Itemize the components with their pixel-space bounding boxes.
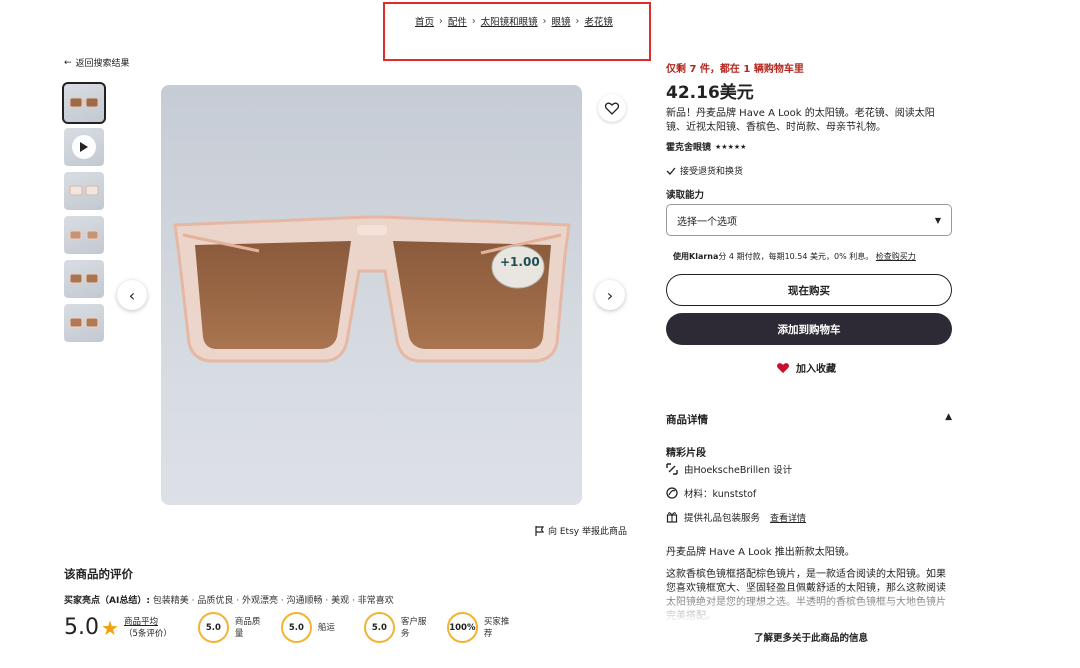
klarna-brand: 使用Klarna (673, 252, 719, 261)
material-highlight: 材料：kunststof (666, 486, 756, 500)
metric-label: 客户服务 (400, 616, 427, 639)
metric-service: 5.0 客户服务 (363, 612, 433, 643)
klarna-text: 分 4 期付款，每期10.54 美元，0% 利息。 (718, 252, 874, 261)
gift-text: 提供礼品包装服务 (684, 513, 761, 524)
sunglasses-thumb-icon (69, 317, 99, 328)
returns-info: 接受退货和换货 (666, 164, 743, 177)
add-to-cart-button[interactable]: 添加到购物车 (666, 313, 952, 345)
prev-image-button[interactable]: ‹ (117, 280, 147, 310)
arrow-left-icon: ← (64, 57, 72, 68)
average-info: 商品平均 （5条评价） (124, 616, 172, 640)
sunglasses-image (173, 215, 571, 363)
item-details-toggle[interactable]: 商品详情 ▲ (666, 412, 952, 427)
designer-text: 由HoekscheBrillen 设计 (684, 465, 793, 476)
buy-now-button[interactable]: 现在购买 (666, 274, 952, 306)
shop-rating-stars: ★★★★★ (715, 142, 747, 151)
klarna-check-link[interactable]: 检查购买力 (876, 252, 916, 261)
metric-label: 船运 (317, 622, 335, 633)
star-icon: ★ (101, 615, 119, 640)
stock-notice: 仅剩 7 件，都在 1 辆购物车里 (666, 64, 804, 75)
thumbnail-list (62, 82, 106, 342)
gift-icon (666, 512, 678, 523)
price: 42.16美元 (666, 83, 754, 103)
klarna-installments: 使用Klarna分 4 期付款，每期10.54 美元，0% 利息。 检查购买力 (673, 251, 916, 262)
thumbnail-video[interactable] (64, 128, 104, 166)
metric-label: 买家推荐 (483, 616, 510, 639)
review-count: （5条评价） (123, 628, 172, 639)
next-image-button[interactable]: › (595, 280, 625, 310)
metric-label: 商品质量 (234, 616, 261, 639)
chevron-up-icon: ▲ (945, 412, 952, 422)
chevron-right-icon: › (606, 285, 614, 305)
caret-down-icon: ▼ (934, 215, 941, 225)
heart-outline-icon (605, 102, 619, 115)
metric-circle: 5.0 (280, 612, 312, 643)
material-text: 材料：kunststof (684, 489, 757, 500)
option-label: 读取能力 (666, 190, 705, 201)
thumbnail-4[interactable] (64, 216, 104, 254)
metric-circle: 5.0 (197, 612, 229, 643)
metric-recommend: 100% 买家推荐 (446, 612, 516, 643)
lens-strength-badge: +1.00 (500, 255, 540, 269)
gift-details-link[interactable]: 查看详情 (770, 511, 806, 524)
highlights-label: 买家亮点（AI总结）: (64, 596, 150, 606)
reviews-heading: 该商品的评价 (64, 567, 133, 581)
rating-summary: 5.0 ★ 商品平均 （5条评价） 5.0 商品质量 5.0 船运 5.0 客户… (64, 612, 516, 643)
play-icon (72, 135, 96, 159)
thumbnail-5[interactable] (64, 260, 104, 298)
details-title: 商品详情 (666, 414, 708, 426)
material-icon (666, 487, 678, 499)
thumbnail-1[interactable] (62, 82, 106, 124)
highlights-title: 精彩片段 (666, 448, 706, 459)
select-placeholder: 选择一个选项 (677, 216, 737, 228)
chevron-left-icon: ‹ (128, 285, 136, 305)
returns-label: 接受退货和换货 (680, 167, 744, 177)
metric-quality: 5.0 商品质量 (197, 612, 267, 643)
metric-circle: 5.0 (363, 612, 395, 643)
flag-icon (535, 525, 544, 536)
designer-highlight: 由HoekscheBrillen 设计 (666, 462, 792, 476)
report-item-link[interactable]: 向 Etsy 举报此商品 (535, 524, 627, 537)
sunglasses-thumb-icon (69, 273, 99, 284)
back-link-label: 返回搜索结果 (75, 59, 130, 69)
metric-shipping: 5.0 船运 (280, 612, 350, 643)
learn-more-button[interactable]: 了解更多关于此商品的信息 (754, 630, 868, 644)
sunglasses-thumb-icon (69, 185, 99, 196)
add-to-favorites-button[interactable]: 加入收藏 (776, 360, 836, 375)
handmade-icon (666, 463, 678, 475)
metric-circle: 100% (446, 612, 478, 643)
shop-name[interactable]: 霍克舍眼镜 (666, 140, 711, 153)
average-label[interactable]: 商品平均 (124, 616, 172, 628)
description-intro: 丹麦品牌 Have A Look 推出新款太阳镜。 (666, 547, 855, 558)
heart-filled-icon (777, 362, 789, 373)
product-title: 新品！丹麦品牌 Have A Look 的太阳镜。老花镜、阅读太阳镜、近视太阳镜… (666, 108, 935, 133)
favorite-toggle-button[interactable] (598, 94, 626, 122)
gift-highlight: 提供礼品包装服务 查看详情 (666, 510, 806, 524)
sunglasses-thumb-icon (69, 97, 99, 108)
main-product-image: +1.00 (161, 85, 582, 505)
description-fade (666, 590, 956, 630)
strength-select[interactable]: 选择一个选项 ▼ (666, 204, 952, 236)
thumbnail-6[interactable] (64, 304, 104, 342)
sunglasses-thumb-icon (69, 230, 99, 240)
average-score: 5.0 (64, 615, 99, 640)
buyer-highlights: 买家亮点（AI总结）: 包装精美 · 品质优良 · 外观漂亮 · 沟通顺畅 · … (64, 593, 394, 606)
report-label: 向 Etsy 举报此商品 (548, 527, 627, 537)
annotation-highlight-box (383, 2, 651, 61)
shop-info: 霍克舍眼镜 ★★★★★ (666, 140, 747, 154)
back-to-results-link[interactable]: ← 返回搜索结果 (64, 56, 130, 70)
favorite-label: 加入收藏 (796, 364, 836, 375)
thumbnail-3[interactable] (64, 172, 104, 210)
highlights-text: 包装精美 · 品质优良 · 外观漂亮 · 沟通顺畅 · 美观 · 非常喜欢 (152, 596, 394, 606)
check-icon (666, 167, 676, 175)
